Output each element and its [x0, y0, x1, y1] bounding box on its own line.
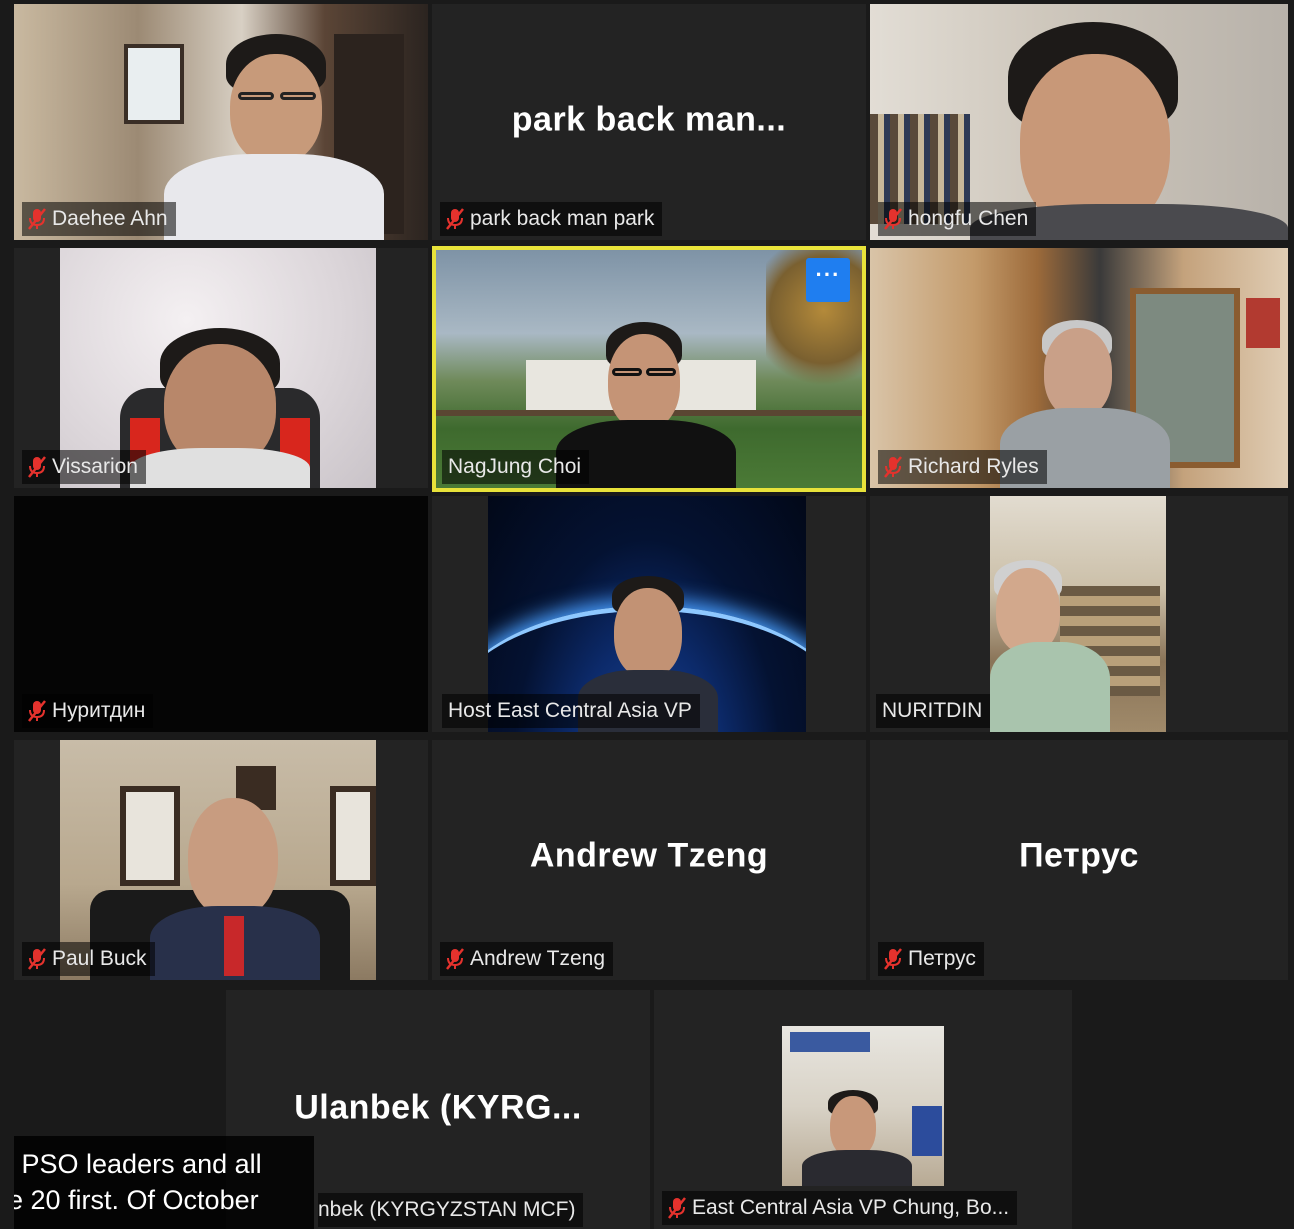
- participant-tile-nuritdin-cyrillic[interactable]: Нуритдин: [14, 496, 428, 732]
- muted-mic-icon: [884, 455, 902, 479]
- participant-name: hongfu Chen: [908, 207, 1029, 230]
- participant-tile-paul-buck[interactable]: Paul Buck: [14, 740, 428, 980]
- participant-nameplate: Paul Buck: [22, 942, 155, 976]
- participant-video: [990, 496, 1166, 732]
- participant-nameplate: East Central Asia VP Chung, Bo...: [662, 1191, 1018, 1225]
- muted-mic-icon: [28, 455, 46, 479]
- participant-name: Host East Central Asia VP: [448, 699, 692, 722]
- participant-name: NURITDIN: [882, 699, 983, 722]
- caption-line: e 20 first. Of October: [14, 1185, 259, 1215]
- participant-video: [782, 1026, 944, 1186]
- participant-tile-host-east-central-asia-vp[interactable]: Host East Central Asia VP: [432, 496, 866, 732]
- participant-tile-andrew-tzeng[interactable]: Andrew Tzeng Andrew Tzeng: [432, 740, 866, 980]
- participant-display-name: Ulanbek (KYRG...: [294, 1088, 582, 1127]
- participant-tile-daehee-ahn[interactable]: Daehee Ahn: [14, 4, 428, 240]
- participant-name: nbek (KYRGYZSTAN MCF): [318, 1198, 576, 1221]
- muted-mic-icon: [884, 207, 902, 231]
- participant-nameplate: Richard Ryles: [878, 450, 1047, 484]
- participant-name: Vissarion: [52, 455, 138, 478]
- participant-name: Нуритдин: [52, 699, 146, 722]
- live-caption-overlay: l PSO leaders and all e 20 first. Of Oct…: [14, 1136, 314, 1229]
- participant-tile-park-back-man-park[interactable]: park back man... park back man park: [432, 4, 866, 240]
- participant-name: Andrew Tzeng: [470, 947, 606, 970]
- meeting-gallery-view: Daehee Ahn park back man... park back ma…: [0, 0, 1294, 1229]
- caption-line: l PSO leaders and all: [14, 1149, 262, 1179]
- participant-tile-vissarion[interactable]: Vissarion: [14, 248, 428, 488]
- participant-nameplate: hongfu Chen: [878, 202, 1037, 236]
- participant-name: NagJung Choi: [448, 455, 582, 478]
- participant-name: Петрус: [908, 947, 976, 970]
- participant-name: East Central Asia VP Chung, Bo...: [692, 1196, 1010, 1219]
- muted-mic-icon: [884, 947, 902, 971]
- participant-tile-nagjung-choi[interactable]: ··· NagJung Choi: [432, 246, 866, 492]
- muted-mic-icon: [28, 207, 46, 231]
- participant-nameplate: Host East Central Asia VP: [442, 694, 700, 728]
- muted-mic-icon: [446, 207, 464, 231]
- participant-nameplate: Петрус: [878, 942, 984, 976]
- participant-display-name: park back man...: [511, 100, 787, 139]
- participant-tile-hongfu-chen[interactable]: hongfu Chen: [870, 4, 1288, 240]
- participant-tile-east-central-asia-vp-chung[interactable]: East Central Asia VP Chung, Bo...: [654, 990, 1072, 1229]
- participant-tile-nuritdin[interactable]: NURITDIN: [870, 496, 1288, 732]
- muted-mic-icon: [28, 699, 46, 723]
- muted-mic-icon: [28, 947, 46, 971]
- participant-tile-richard-ryles[interactable]: Richard Ryles: [870, 248, 1288, 488]
- more-options-button[interactable]: ···: [806, 258, 850, 302]
- participant-nameplate: nbek (KYRGYZSTAN MCF): [318, 1193, 584, 1227]
- participant-nameplate: Daehee Ahn: [22, 202, 176, 236]
- participant-display-name: Петрус: [1019, 836, 1139, 875]
- participant-nameplate: NagJung Choi: [442, 450, 590, 484]
- participant-nameplate: Vissarion: [22, 450, 146, 484]
- participant-name: Richard Ryles: [908, 455, 1039, 478]
- participant-name: Paul Buck: [52, 947, 147, 970]
- participant-nameplate: Нуритдин: [22, 694, 154, 728]
- participant-nameplate: park back man park: [440, 202, 663, 236]
- participant-name: park back man park: [470, 207, 655, 230]
- participant-nameplate: NURITDIN: [876, 694, 991, 728]
- muted-mic-icon: [446, 947, 464, 971]
- participant-name: Daehee Ahn: [52, 207, 168, 230]
- participant-tile-petrus[interactable]: Петрус Петрус: [870, 740, 1288, 980]
- participant-display-name: Andrew Tzeng: [529, 836, 769, 875]
- muted-mic-icon: [668, 1196, 686, 1220]
- participant-nameplate: Andrew Tzeng: [440, 942, 614, 976]
